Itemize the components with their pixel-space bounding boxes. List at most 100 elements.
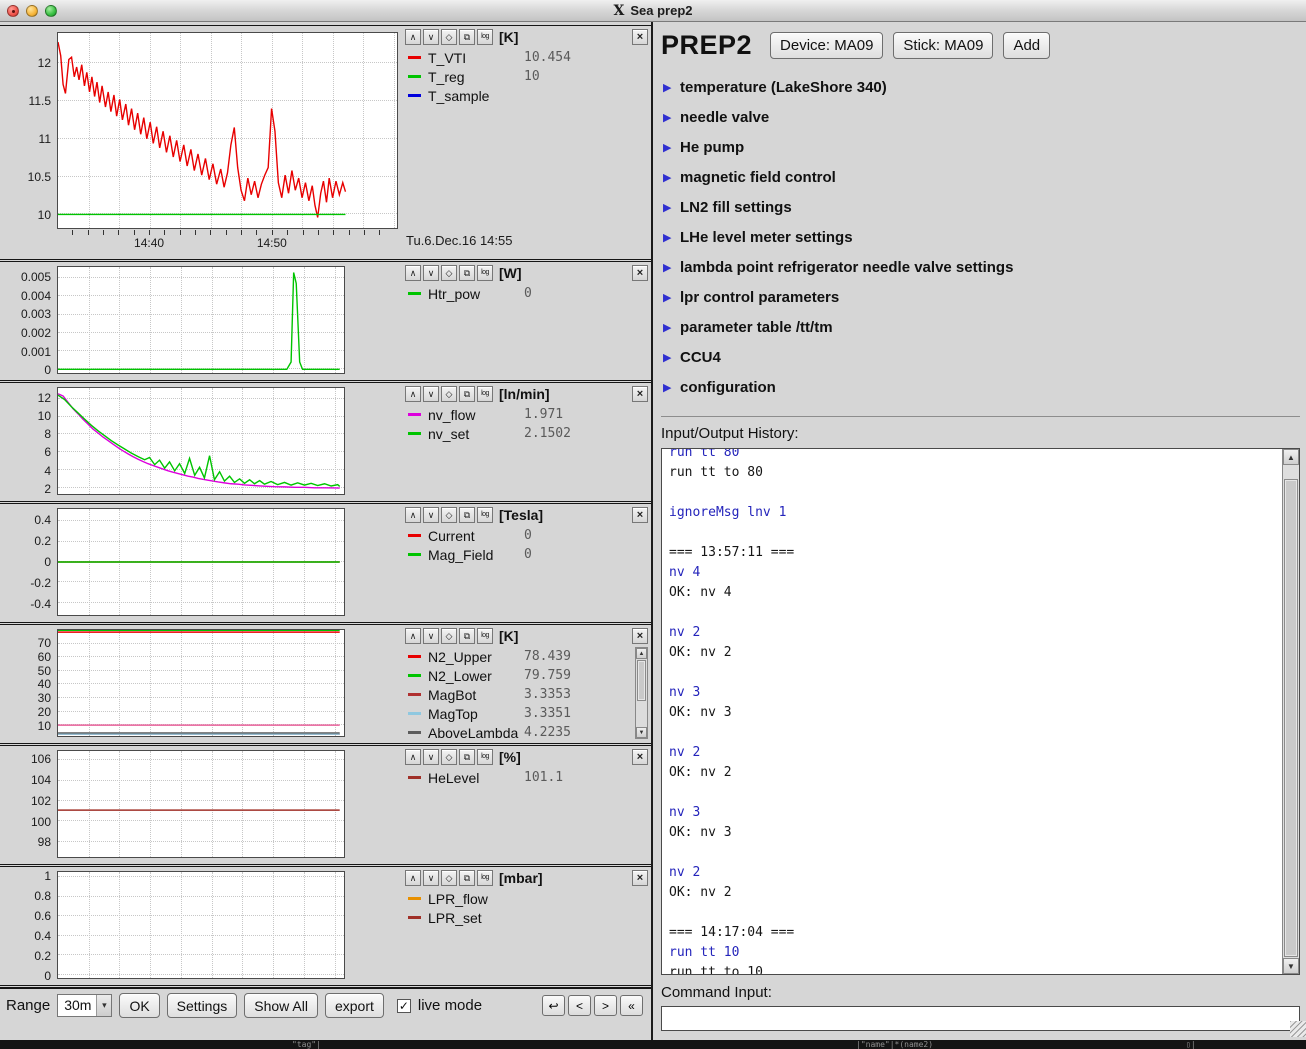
tile-windows-button[interactable]: ⧉ — [459, 870, 475, 886]
pan-up-button[interactable]: ∧ — [405, 749, 421, 765]
expand-arrow-icon[interactable]: ▶ — [663, 81, 680, 94]
show-all-button[interactable]: Show All — [244, 993, 318, 1018]
refresh-button[interactable]: ↩ — [542, 995, 565, 1016]
log-scale-button[interactable]: log — [477, 870, 493, 886]
tree-item[interactable]: ▶CCU4 — [663, 342, 1300, 372]
tree-item[interactable]: ▶LHe level meter settings — [663, 222, 1300, 252]
zoom-mode-button[interactable]: ◇ — [441, 749, 457, 765]
log-scale-button[interactable]: log — [477, 29, 493, 45]
tree-item[interactable]: ▶lambda point refrigerator needle valve … — [663, 252, 1300, 282]
chart-close-button[interactable]: × — [632, 507, 648, 523]
zoom-window-button[interactable] — [45, 5, 57, 17]
log-scale-button[interactable]: log — [477, 265, 493, 281]
tree-item[interactable]: ▶parameter table /tt/tm — [663, 312, 1300, 342]
pan-up-button[interactable]: ∧ — [405, 870, 421, 886]
chart-close-button[interactable]: × — [632, 870, 648, 886]
pan-up-button[interactable]: ∧ — [405, 29, 421, 45]
settings-button[interactable]: Settings — [167, 993, 238, 1018]
pan-down-button[interactable]: ∨ — [423, 749, 439, 765]
tree-item[interactable]: ▶needle valve — [663, 102, 1300, 132]
zoom-mode-button[interactable]: ◇ — [441, 386, 457, 402]
tree-item[interactable]: ▶temperature (LakeShore 340) — [663, 72, 1300, 102]
scroll-down-icon[interactable]: ▼ — [636, 727, 647, 738]
export-button[interactable]: export — [325, 993, 384, 1018]
zoom-mode-button[interactable]: ◇ — [441, 265, 457, 281]
pan-down-button[interactable]: ∨ — [423, 29, 439, 45]
ok-button[interactable]: OK — [119, 993, 159, 1018]
tree-item[interactable]: ▶configuration — [663, 372, 1300, 402]
expand-arrow-icon[interactable]: ▶ — [663, 351, 680, 364]
expand-arrow-icon[interactable]: ▶ — [663, 111, 680, 124]
io-history-console[interactable]: run tt 80run tt to 80 ignoreMsg lnv 1 ==… — [661, 448, 1300, 975]
minimize-window-button[interactable] — [26, 5, 38, 17]
stick-button[interactable]: Stick: MA09 — [893, 32, 993, 59]
jump-back-button[interactable]: « — [620, 995, 643, 1016]
page-left-button[interactable]: < — [568, 995, 591, 1016]
expand-arrow-icon[interactable]: ▶ — [663, 261, 680, 274]
tile-windows-button[interactable]: ⧉ — [459, 749, 475, 765]
log-scale-button[interactable]: log — [477, 749, 493, 765]
chart-close-button[interactable]: × — [632, 265, 648, 281]
resize-grip[interactable] — [1290, 1021, 1306, 1037]
legend-scrollbar[interactable]: ▲▼ — [635, 647, 648, 739]
tree-item[interactable]: ▶lpr control parameters — [663, 282, 1300, 312]
tree-item[interactable]: ▶LN2 fill settings — [663, 192, 1300, 222]
tile-windows-button[interactable]: ⧉ — [459, 628, 475, 644]
range-select[interactable]: 30m ▾ — [57, 994, 112, 1017]
pan-down-button[interactable]: ∨ — [423, 386, 439, 402]
device-button[interactable]: Device: MA09 — [770, 32, 883, 59]
tile-windows-button[interactable]: ⧉ — [459, 265, 475, 281]
expand-arrow-icon[interactable]: ▶ — [663, 381, 680, 394]
add-button[interactable]: Add — [1003, 32, 1050, 59]
pan-down-button[interactable]: ∨ — [423, 628, 439, 644]
expand-arrow-icon[interactable]: ▶ — [663, 171, 680, 184]
pan-down-button[interactable]: ∨ — [423, 265, 439, 281]
command-input[interactable] — [661, 1006, 1300, 1031]
log-scale-button[interactable]: log — [477, 386, 493, 402]
window-titlebar[interactable]: X Sea prep2 — [0, 0, 1306, 22]
tile-windows-button[interactable]: ⧉ — [459, 386, 475, 402]
scrollbar-thumb[interactable] — [1284, 479, 1298, 957]
log-scale-button[interactable]: log — [477, 628, 493, 644]
zoom-mode-button[interactable]: ◇ — [441, 870, 457, 886]
pan-up-button[interactable]: ∧ — [405, 628, 421, 644]
zoom-mode-button[interactable]: ◇ — [441, 628, 457, 644]
expand-arrow-icon[interactable]: ▶ — [663, 141, 680, 154]
chart-plot[interactable] — [57, 871, 345, 979]
console-scrollbar[interactable]: ▲ ▼ — [1282, 449, 1299, 974]
tree-item[interactable]: ▶He pump — [663, 132, 1300, 162]
zoom-mode-button[interactable]: ◇ — [441, 29, 457, 45]
page-right-button[interactable]: > — [594, 995, 617, 1016]
chart-plot[interactable] — [57, 750, 345, 858]
pan-up-button[interactable]: ∧ — [405, 386, 421, 402]
zoom-mode-button[interactable]: ◇ — [441, 507, 457, 523]
tree-item[interactable]: ▶magnetic field control — [663, 162, 1300, 192]
log-scale-button[interactable]: log — [477, 507, 493, 523]
chart-close-button[interactable]: × — [632, 386, 648, 402]
pan-up-button[interactable]: ∧ — [405, 265, 421, 281]
expand-arrow-icon[interactable]: ▶ — [663, 231, 680, 244]
scrollbar-thumb[interactable] — [637, 660, 646, 701]
console-line: ignoreMsg lnv 1 — [669, 503, 1278, 523]
chart-close-button[interactable]: × — [632, 628, 648, 644]
chart-close-button[interactable]: × — [632, 29, 648, 45]
close-window-button[interactable] — [7, 5, 19, 17]
chart-plot[interactable] — [57, 629, 345, 737]
chart-plot[interactable] — [57, 32, 398, 229]
pan-up-button[interactable]: ∧ — [405, 507, 421, 523]
chart-plot[interactable] — [57, 508, 345, 616]
tile-windows-button[interactable]: ⧉ — [459, 507, 475, 523]
chart-plot[interactable] — [57, 387, 345, 495]
expand-arrow-icon[interactable]: ▶ — [663, 291, 680, 304]
live-mode-checkbox[interactable]: ✓ — [397, 999, 411, 1013]
expand-arrow-icon[interactable]: ▶ — [663, 201, 680, 214]
scroll-up-icon[interactable]: ▲ — [1283, 449, 1299, 465]
scroll-down-icon[interactable]: ▼ — [1283, 958, 1299, 974]
chart-plot[interactable] — [57, 266, 345, 374]
scroll-up-icon[interactable]: ▲ — [636, 648, 647, 659]
expand-arrow-icon[interactable]: ▶ — [663, 321, 680, 334]
tile-windows-button[interactable]: ⧉ — [459, 29, 475, 45]
chart-close-button[interactable]: × — [632, 749, 648, 765]
pan-down-button[interactable]: ∨ — [423, 507, 439, 523]
pan-down-button[interactable]: ∨ — [423, 870, 439, 886]
